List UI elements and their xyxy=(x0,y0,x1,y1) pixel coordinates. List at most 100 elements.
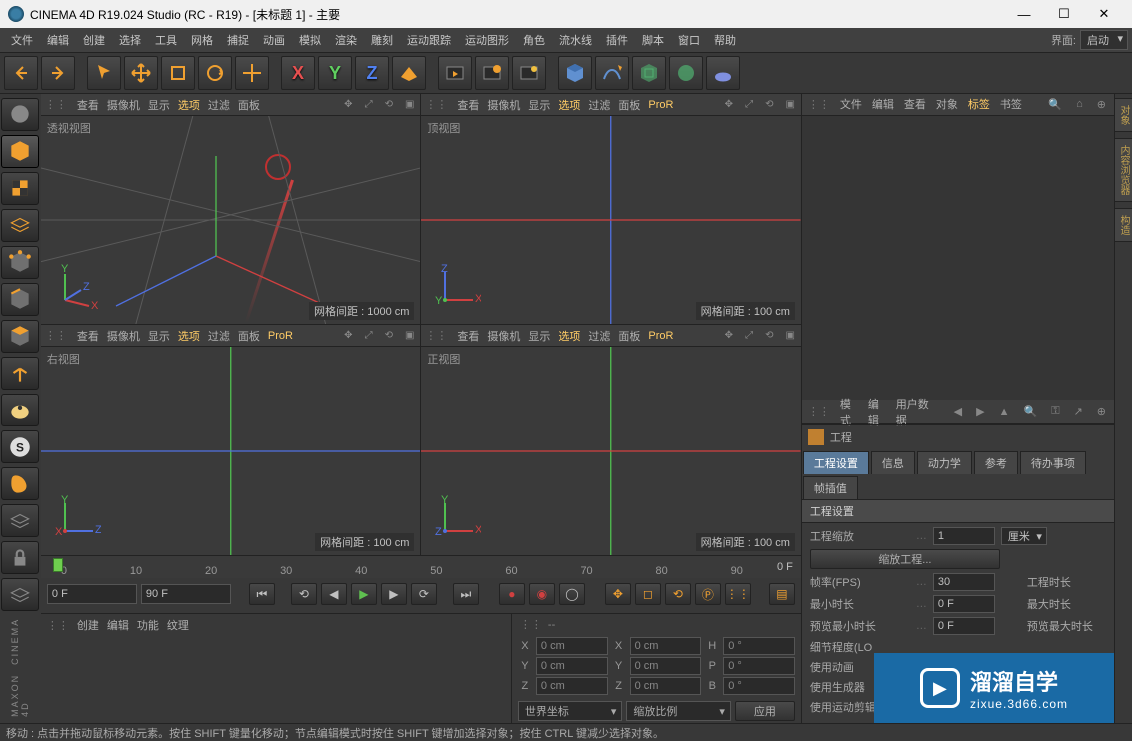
vp-menu-panel[interactable]: 面板 xyxy=(238,328,260,344)
nav-fwd-icon[interactable]: ▶ xyxy=(974,405,986,418)
mat-menu-create[interactable]: 创建 xyxy=(77,617,99,633)
combo-scale-unit[interactable]: 厘米 xyxy=(1001,527,1047,545)
vp-menu-filter[interactable]: 过滤 xyxy=(208,328,230,344)
field-preview-min[interactable]: 0 F xyxy=(933,617,995,635)
vp-menu-view[interactable]: 查看 xyxy=(457,328,479,344)
picture-viewer-button[interactable] xyxy=(512,56,546,90)
menu-mograph[interactable]: 运动图形 xyxy=(458,29,516,51)
expand-icon[interactable]: ⊕ xyxy=(1095,405,1108,418)
texture-mode-button[interactable] xyxy=(1,172,39,205)
render-settings-button[interactable] xyxy=(475,56,509,90)
playhead-icon[interactable] xyxy=(53,558,63,572)
play-button[interactable]: ▶ xyxy=(351,583,377,605)
viewport-perspective[interactable]: ⋮⋮ 查看 摄像机 显示 选项 过滤 面板 ✥ ⤢ ⟲ ▣ xyxy=(41,94,421,324)
tab-project-settings[interactable]: 工程设置 xyxy=(803,451,869,474)
select-tool[interactable] xyxy=(87,56,121,90)
edge-mode-button[interactable] xyxy=(1,283,39,316)
vp-menu-camera[interactable]: 摄像机 xyxy=(107,328,140,344)
obj-menu-bookmarks[interactable]: 书签 xyxy=(1000,96,1022,112)
menu-window[interactable]: 窗口 xyxy=(671,29,707,51)
key-pla-button[interactable]: ⋮⋮ xyxy=(725,583,751,605)
vp-menu-options[interactable]: 选项 xyxy=(558,328,580,344)
menu-mesh[interactable]: 网格 xyxy=(184,29,220,51)
lock-icon[interactable]: ⚿ xyxy=(1049,405,1061,418)
coord-pos-y[interactable]: 0 cm xyxy=(536,657,608,675)
menu-script[interactable]: 脚本 xyxy=(635,29,671,51)
vp-menu-pror[interactable]: ProR xyxy=(648,99,673,111)
mat-menu-texture[interactable]: 纹理 xyxy=(167,617,189,633)
record-button[interactable]: ● xyxy=(499,583,525,605)
menu-create[interactable]: 创建 xyxy=(76,29,112,51)
obj-menu-view[interactable]: 查看 xyxy=(904,96,926,112)
tab-info[interactable]: 信息 xyxy=(871,451,915,474)
minimize-button[interactable]: — xyxy=(1004,0,1044,28)
search-icon[interactable]: 🔍 xyxy=(1046,98,1064,111)
obj-menu-tags[interactable]: 标签 xyxy=(968,96,990,112)
tab-interpolation[interactable]: 帧插值 xyxy=(803,476,858,499)
scale-project-button[interactable]: 缩放工程... xyxy=(810,549,1000,569)
viewport-top[interactable]: ⋮⋮ 查看 摄像机 显示 选项 过滤 面板 ProR ✥ ⤢ ⟲ ▣ xyxy=(421,94,801,324)
make-editable-button[interactable] xyxy=(1,98,39,131)
vp-zoom-icon[interactable]: ⤢ xyxy=(743,99,755,110)
point-mode-button[interactable] xyxy=(1,246,39,279)
end-frame-field[interactable]: 90 F xyxy=(141,584,231,604)
vp-rotate-icon[interactable]: ⟲ xyxy=(383,99,395,110)
vp-zoom-icon[interactable]: ⤢ xyxy=(363,99,375,110)
key-rotate-button[interactable]: ⟲ xyxy=(665,583,691,605)
vp-maximize-icon[interactable]: ▣ xyxy=(403,99,416,110)
menu-file[interactable]: 文件 xyxy=(4,29,40,51)
vp-nav-icon[interactable]: ✥ xyxy=(723,99,735,110)
menu-animate[interactable]: 动画 xyxy=(256,29,292,51)
tab-reference[interactable]: 参考 xyxy=(974,451,1018,474)
home-icon[interactable]: ⌂ xyxy=(1074,98,1085,110)
field-fps[interactable]: 30 xyxy=(933,573,995,591)
coord-pos-x[interactable]: 0 cm xyxy=(536,637,608,655)
vp-menu-options[interactable]: 选项 xyxy=(178,97,200,113)
vp-nav-icon[interactable]: ✥ xyxy=(723,330,735,341)
lock-button[interactable] xyxy=(1,541,39,574)
add-environment-button[interactable] xyxy=(706,56,740,90)
menu-character[interactable]: 角色 xyxy=(516,29,552,51)
viewport-filter-button[interactable] xyxy=(1,578,39,611)
add-primitive-button[interactable] xyxy=(558,56,592,90)
prev-frame-button[interactable]: ◀ xyxy=(321,583,347,605)
coord-size-y[interactable]: 0 cm xyxy=(630,657,702,675)
axis-y-toggle[interactable]: Y xyxy=(318,56,352,90)
move-tool[interactable] xyxy=(124,56,158,90)
menu-tracker[interactable]: 运动跟踪 xyxy=(400,29,458,51)
vp-menu-view[interactable]: 查看 xyxy=(77,328,99,344)
autokey-button[interactable]: ◉ xyxy=(529,583,555,605)
key-param-button[interactable]: Ⓟ xyxy=(695,583,721,605)
layout-combo[interactable]: 启动 xyxy=(1080,30,1128,50)
model-mode-button[interactable] xyxy=(1,135,39,168)
start-frame-field[interactable]: 0 F xyxy=(47,584,137,604)
render-view-button[interactable] xyxy=(438,56,472,90)
vp-nav-icon[interactable]: ✥ xyxy=(342,330,354,341)
vp-menu-display[interactable]: 显示 xyxy=(528,328,550,344)
timeline-window-button[interactable]: ▤ xyxy=(769,583,795,605)
vp-menu-pror[interactable]: ProR xyxy=(648,330,673,342)
coord-apply-button[interactable]: 应用 xyxy=(735,701,795,721)
coord-scale-combo[interactable]: 缩放比例 xyxy=(626,701,731,721)
coord-size-x[interactable]: 0 cm xyxy=(630,637,702,655)
search-icon[interactable]: 🔍 xyxy=(1021,405,1039,418)
side-tab-objects[interactable]: 对象 xyxy=(1114,98,1132,132)
attr-menu-mode[interactable]: 模式 xyxy=(840,396,858,428)
coord-size-z[interactable]: 0 cm xyxy=(630,677,702,695)
obj-menu-edit[interactable]: 编辑 xyxy=(872,96,894,112)
maximize-button[interactable]: ☐ xyxy=(1044,0,1084,28)
vp-zoom-icon[interactable]: ⤢ xyxy=(743,330,755,341)
coord-system-combo[interactable]: 世界坐标 xyxy=(518,701,623,721)
rotate-tool[interactable] xyxy=(198,56,232,90)
recent-tool[interactable] xyxy=(235,56,269,90)
key-scale-button[interactable]: ◻ xyxy=(635,583,661,605)
add-generator-button[interactable] xyxy=(632,56,666,90)
vp-rotate-icon[interactable]: ⟲ xyxy=(763,99,775,110)
axis-z-toggle[interactable]: Z xyxy=(355,56,389,90)
vp-maximize-icon[interactable]: ▣ xyxy=(783,330,796,341)
attr-menu-userdata[interactable]: 用户数据 xyxy=(896,396,932,428)
coord-rot-p[interactable]: 0 ° xyxy=(723,657,795,675)
new-window-icon[interactable]: ↗ xyxy=(1072,405,1085,418)
vp-rotate-icon[interactable]: ⟲ xyxy=(763,330,775,341)
viewport-front[interactable]: ⋮⋮ 查看 摄像机 显示 选项 过滤 面板 ProR ✥ ⤢ ⟲ ▣ xyxy=(421,325,801,555)
